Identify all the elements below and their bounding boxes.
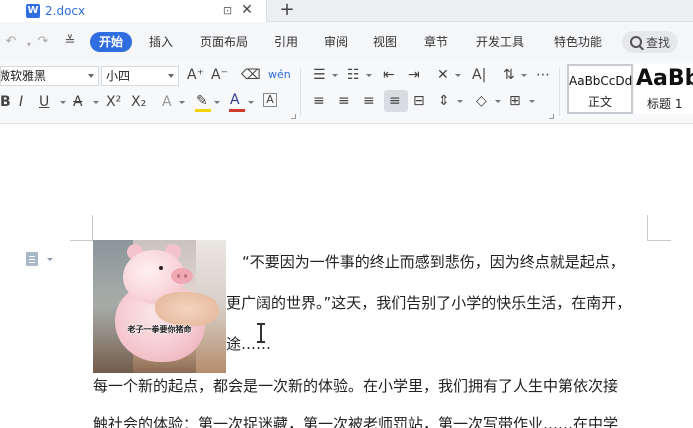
paragraph-line-5[interactable]: 触社会的体验：第一次捉迷藏，第一次被老师罚站，第一次写带作业……在中学 <box>93 415 618 428</box>
menu-tab-developer[interactable]: 开发工具 <box>476 34 524 50</box>
align-center-icon[interactable]: ≡ <box>338 92 350 110</box>
clear-format-icon[interactable]: ⌫ <box>241 66 261 84</box>
margin-mark-top-right <box>647 215 671 241</box>
font-size-select[interactable]: 小四 <box>101 66 179 86</box>
search-button[interactable]: 查找 <box>622 31 678 53</box>
sort-icon[interactable]: ⇅ <box>503 66 515 84</box>
chevron-down-icon <box>88 74 94 78</box>
font-name-value: 微软雅黑 <box>0 69 47 83</box>
chevron-down-icon[interactable] <box>529 100 535 103</box>
chevron-down-icon[interactable] <box>60 101 66 104</box>
document-outline-icon[interactable] <box>26 252 38 266</box>
distributed-align-icon[interactable]: ⊟ <box>413 92 425 110</box>
shrink-font-icon[interactable]: A⁻ <box>211 66 228 84</box>
italic-icon[interactable]: I <box>19 93 23 111</box>
text-effect-icon[interactable]: A <box>162 93 172 111</box>
bullets-icon[interactable]: ☰ <box>313 66 326 84</box>
font-color-icon[interactable]: A <box>230 91 240 109</box>
strikethrough-icon[interactable]: A <box>73 93 83 111</box>
font-dialog-launcher-icon[interactable] <box>291 114 296 119</box>
paragraph-line-4[interactable]: 每一个新的起点，都会是一次新的体验。在小学里，我们拥有了人生中第依次接 <box>93 377 618 395</box>
style-heading-1[interactable]: AaBb 标题 1 <box>634 64 693 114</box>
style-sample-normal: AaBbCcDd <box>569 74 633 88</box>
style-name-normal: 正文 <box>587 95 612 109</box>
paragraph-line-3[interactable]: 途…… <box>226 335 271 353</box>
style-name-heading-1: 标题 1 <box>647 97 683 111</box>
menu-tab-references[interactable]: 引用 <box>274 34 298 50</box>
paragraph-dialog-launcher-icon[interactable] <box>549 114 554 119</box>
highlight-color-bar <box>195 109 211 112</box>
chevron-down-icon[interactable] <box>521 74 527 77</box>
align-left-icon[interactable]: ≡ <box>313 92 325 110</box>
decrease-indent-icon[interactable]: ⇤ <box>383 66 395 84</box>
font-size-value: 小四 <box>106 69 131 83</box>
chevron-down-icon[interactable] <box>455 74 461 77</box>
subscript-icon[interactable]: X₂ <box>131 93 146 111</box>
menu-bar: ↶ ▾ ↷ ≚ 开始 插入 页面布局 引用 审阅 视图 章节 开发工具 特色功能… <box>0 22 693 62</box>
superscript-icon[interactable]: X² <box>106 93 121 111</box>
menu-tab-home[interactable]: 开始 <box>90 32 133 52</box>
hand <box>155 292 219 326</box>
ribbon-divider <box>300 68 301 116</box>
paragraph-line-2[interactable]: 更广阔的世界。”这天，我们告别了小学的快乐生活，在南开， <box>226 294 631 312</box>
text-direction-icon[interactable]: A| <box>472 66 486 84</box>
text-cursor-ibeam <box>257 323 265 343</box>
tab-bar: W 2.docx ⊡ ✕ + <box>0 0 693 22</box>
chevron-down-icon <box>168 74 174 78</box>
ribbon-home: 微软雅黑 小四 A⁺ A⁻ ⌫ wén B I U A X² X₂ A ✎ A … <box>0 62 693 124</box>
style-normal[interactable]: AaBbCcDd 正文 <box>567 64 633 114</box>
font-name-select[interactable]: 微软雅黑 <box>0 66 99 86</box>
undo-dropdown-icon[interactable]: ▾ <box>22 38 36 52</box>
chinese-layout-icon[interactable]: ✕ <box>437 66 449 84</box>
chevron-down-icon[interactable] <box>179 101 185 104</box>
pin-icon[interactable]: ⊡ <box>221 4 234 17</box>
character-border-icon[interactable]: A <box>263 93 277 107</box>
bold-icon[interactable]: B <box>0 93 11 111</box>
new-tab-plus-icon[interactable]: + <box>278 1 296 21</box>
numbering-icon[interactable]: ☷ <box>347 66 360 84</box>
chevron-down-icon[interactable] <box>47 258 53 261</box>
document-canvas[interactable]: 老子一拳要你猪命 “不要因为一件事的终止而感到悲伤，因为终点就是起点， 更广阔的… <box>0 125 693 428</box>
customize-toolbar-icon[interactable]: ≚ <box>63 35 77 49</box>
menu-tab-review[interactable]: 审阅 <box>324 34 348 50</box>
line-spacing-icon[interactable]: ⇕ <box>438 92 450 110</box>
undo-icon[interactable]: ↶ <box>4 35 18 49</box>
chevron-down-icon[interactable] <box>248 101 254 104</box>
image-caption: 老子一拳要你猪命 <box>127 325 192 334</box>
style-sample-heading-1: AaBb <box>636 66 693 91</box>
chevron-down-icon[interactable] <box>214 101 220 104</box>
paragraph-line-1[interactable]: “不要因为一件事的终止而感到悲伤，因为终点就是起点， <box>242 253 625 271</box>
highlight-icon[interactable]: ✎ <box>196 92 208 110</box>
grow-font-icon[interactable]: A⁺ <box>187 66 204 84</box>
menu-tab-chapter[interactable]: 章节 <box>424 34 448 50</box>
ribbon-divider <box>559 68 560 116</box>
borders-icon[interactable]: ⊞ <box>509 92 521 110</box>
margin-mark-top-left <box>70 215 93 241</box>
show-marks-icon[interactable]: ⋯ <box>536 66 550 84</box>
chevron-down-icon[interactable] <box>495 100 501 103</box>
chevron-down-icon[interactable] <box>366 74 372 77</box>
close-tab-icon[interactable]: ✕ <box>240 3 254 18</box>
search-icon <box>630 36 642 48</box>
redo-icon[interactable]: ↷ <box>36 35 50 49</box>
justify-icon: ≡ <box>389 93 401 109</box>
chevron-down-icon[interactable] <box>332 74 338 77</box>
font-color-bar <box>229 109 245 112</box>
increase-indent-icon[interactable]: ⇥ <box>408 66 420 84</box>
menu-tab-page-layout[interactable]: 页面布局 <box>200 34 248 50</box>
search-label: 查找 <box>646 35 671 50</box>
chevron-down-icon[interactable] <box>457 100 463 103</box>
tab-title: 2.docx <box>45 4 86 18</box>
word-document-icon: W <box>26 4 40 18</box>
menu-tab-view[interactable]: 视图 <box>373 34 397 50</box>
document-tab[interactable]: W 2.docx ⊡ ✕ <box>0 0 267 22</box>
chevron-down-icon[interactable] <box>93 101 99 104</box>
align-right-icon[interactable]: ≡ <box>363 92 375 110</box>
menu-tab-insert[interactable]: 插入 <box>149 34 173 50</box>
underline-icon[interactable]: U <box>39 93 49 111</box>
inserted-image[interactable]: 老子一拳要你猪命 <box>93 240 226 373</box>
menu-tab-special-features[interactable]: 特色功能 <box>554 34 602 50</box>
phonetic-guide-icon[interactable]: wén <box>268 66 291 84</box>
shading-icon[interactable]: ◇ <box>476 92 487 110</box>
